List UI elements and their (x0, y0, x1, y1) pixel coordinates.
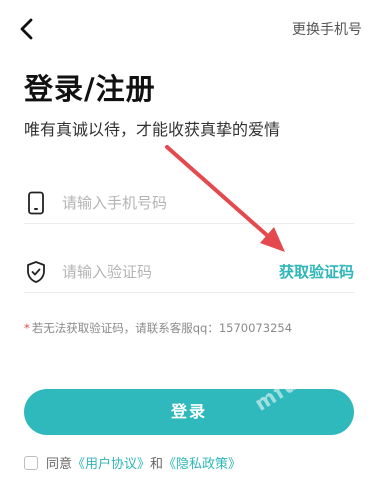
agree-checkbox[interactable] (24, 456, 38, 470)
shield-check-icon (24, 260, 48, 284)
chevron-left-icon (14, 16, 40, 42)
phone-icon (24, 191, 48, 215)
switch-phone-link[interactable]: 更换手机号 (292, 21, 362, 39)
page-title: 登录/注册 (24, 72, 156, 106)
phone-input[interactable] (62, 189, 262, 217)
code-field-row: 获取验证码 (24, 252, 354, 293)
verification-code-input[interactable] (62, 258, 262, 286)
privacy-policy-link[interactable]: 《隐私政策》 (163, 457, 241, 472)
login-button[interactable]: 登录 (24, 389, 354, 435)
hint-text: 若无法获取验证码，请联系客服qq：1570073254 (31, 321, 293, 335)
contact-hint: * 若无法获取验证码，请联系客服qq：1570073254 (24, 320, 292, 336)
get-code-button[interactable]: 获取验证码 (279, 262, 354, 282)
agreement-prefix: 同意 (46, 457, 73, 472)
login-screen: 更换手机号 登录/注册 唯有真诚以待，才能收获真挚的爱情 获取验证码 *若无法获… (0, 0, 378, 502)
user-agreement-link[interactable]: 《用户协议》 (72, 457, 150, 472)
back-button[interactable] (14, 16, 40, 42)
hint-asterisk: * (24, 321, 30, 335)
agreement-row: 同意《用户协议》和《隐私政策》 (24, 455, 241, 475)
phone-field-row (24, 183, 354, 224)
agreement-and: 和 (150, 457, 164, 472)
page-subtitle: 唯有真诚以待，才能收获真挚的爱情 (24, 120, 281, 139)
